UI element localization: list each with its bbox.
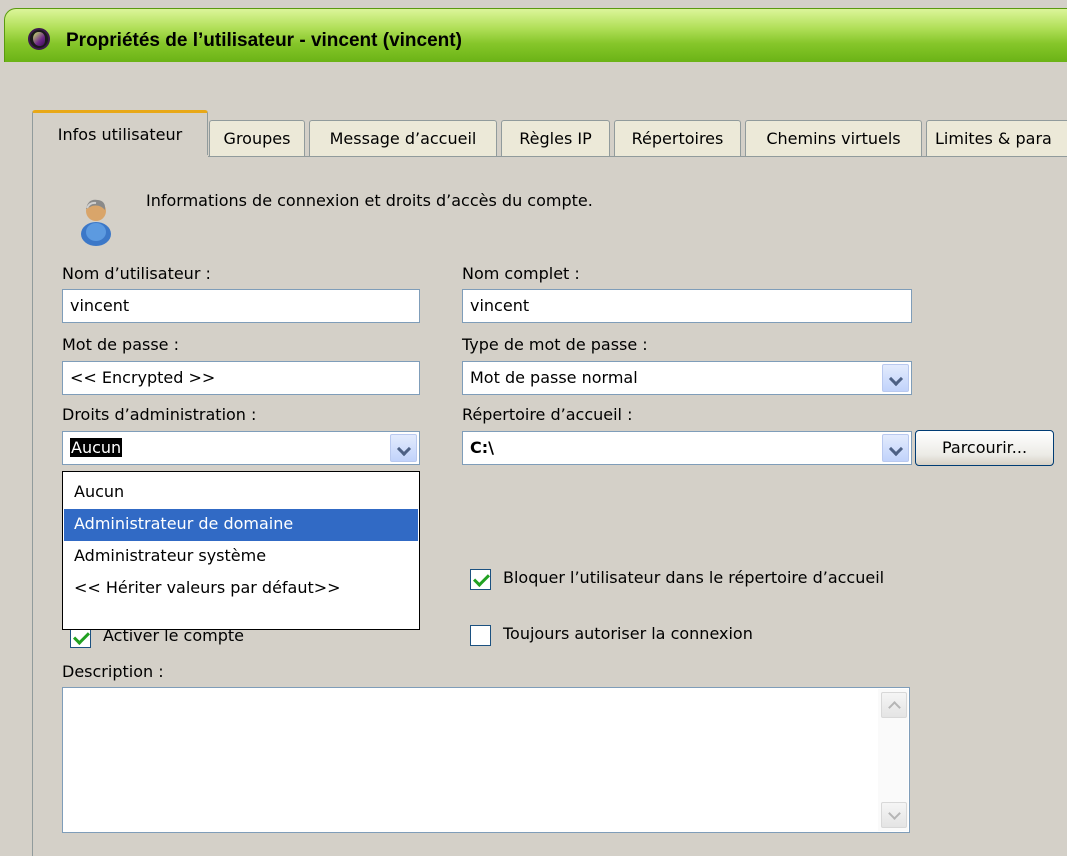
tab-regles-ip[interactable]: Règles IP — [501, 120, 610, 156]
password-type-label: Type de mot de passe : — [462, 335, 648, 354]
always-allow-label[interactable]: Toujours autoriser la connexion — [503, 624, 753, 643]
tab-panel-joint — [33, 155, 208, 158]
user-icon — [81, 199, 111, 246]
dropdown-option-admin-domaine[interactable]: Administrateur de domaine — [64, 509, 418, 541]
tab-bar: Infos utilisateur Groupes Message d’accu… — [32, 110, 1067, 158]
password-type-select[interactable]: Mot de passe normal — [462, 361, 912, 395]
description-textarea[interactable] — [62, 687, 910, 833]
home-dir-value: C:\ — [470, 438, 494, 457]
tab-chemins-virtuels[interactable]: Chemins virtuels — [745, 120, 922, 156]
tab-label: Règles IP — [519, 129, 592, 148]
tab-label: Chemins virtuels — [766, 129, 901, 148]
dropdown-option-heriter-defaut[interactable]: << Hériter valeurs par défaut>> — [64, 573, 418, 605]
tab-label: Groupes — [223, 129, 291, 148]
dropdown-option-aucun[interactable]: Aucun — [64, 477, 418, 509]
tab-groupes[interactable]: Groupes — [209, 120, 305, 156]
admin-rights-label: Droits d’administration : — [62, 405, 257, 424]
lock-home-checkbox[interactable] — [470, 569, 491, 590]
intro-text: Informations de connexion et droits d’ac… — [146, 191, 593, 210]
tab-message-accueil[interactable]: Message d’accueil — [309, 120, 497, 156]
lock-home-label[interactable]: Bloquer l’utilisateur dans le répertoire… — [503, 568, 884, 587]
tab-repertoires[interactable]: Répertoires — [614, 120, 741, 156]
description-label: Description : — [62, 662, 164, 681]
admin-rights-select[interactable]: Aucun — [62, 431, 420, 465]
admin-rights-dropdown-list: Aucun Administrateur de domaine Administ… — [62, 471, 420, 630]
fullname-field[interactable]: vincent — [462, 289, 912, 323]
home-dir-label: Répertoire d’accueil : — [462, 405, 633, 424]
chevron-down-icon[interactable] — [390, 434, 417, 462]
browse-button[interactable]: Parcourir... — [915, 430, 1054, 466]
chevron-down-icon[interactable] — [882, 434, 909, 462]
always-allow-checkbox[interactable] — [470, 625, 491, 646]
tab-label: Limites & para — [935, 129, 1052, 148]
chevron-down-icon[interactable] — [882, 364, 909, 392]
username-label: Nom d’utilisateur : — [62, 264, 211, 283]
title-bar[interactable]: Propriétés de l’utilisateur - vincent (v… — [0, 0, 1067, 72]
fullname-label: Nom complet : — [462, 264, 580, 283]
tab-label: Message d’accueil — [329, 129, 477, 148]
password-label: Mot de passe : — [62, 335, 179, 354]
app-logo-icon — [28, 28, 50, 50]
tab-infos-utilisateur[interactable]: Infos utilisateur — [32, 110, 208, 158]
home-dir-select[interactable]: C:\ — [462, 431, 912, 465]
admin-rights-value: Aucun — [70, 438, 123, 457]
description-scrollbar[interactable] — [878, 689, 908, 831]
scroll-up-icon[interactable] — [881, 692, 907, 718]
tab-label: Répertoires — [631, 129, 724, 148]
password-field[interactable]: << Encrypted >> — [62, 361, 420, 395]
tab-label: Infos utilisateur — [57, 125, 183, 144]
tab-limites-parametres[interactable]: Limites & para — [926, 120, 1067, 156]
username-field[interactable]: vincent — [62, 289, 420, 323]
scroll-down-icon[interactable] — [881, 802, 907, 828]
window-title: Propriétés de l’utilisateur - vincent (v… — [66, 30, 462, 51]
dropdown-option-admin-systeme[interactable]: Administrateur système — [64, 541, 418, 573]
password-type-value: Mot de passe normal — [470, 368, 638, 387]
activate-account-checkbox[interactable] — [70, 627, 91, 648]
